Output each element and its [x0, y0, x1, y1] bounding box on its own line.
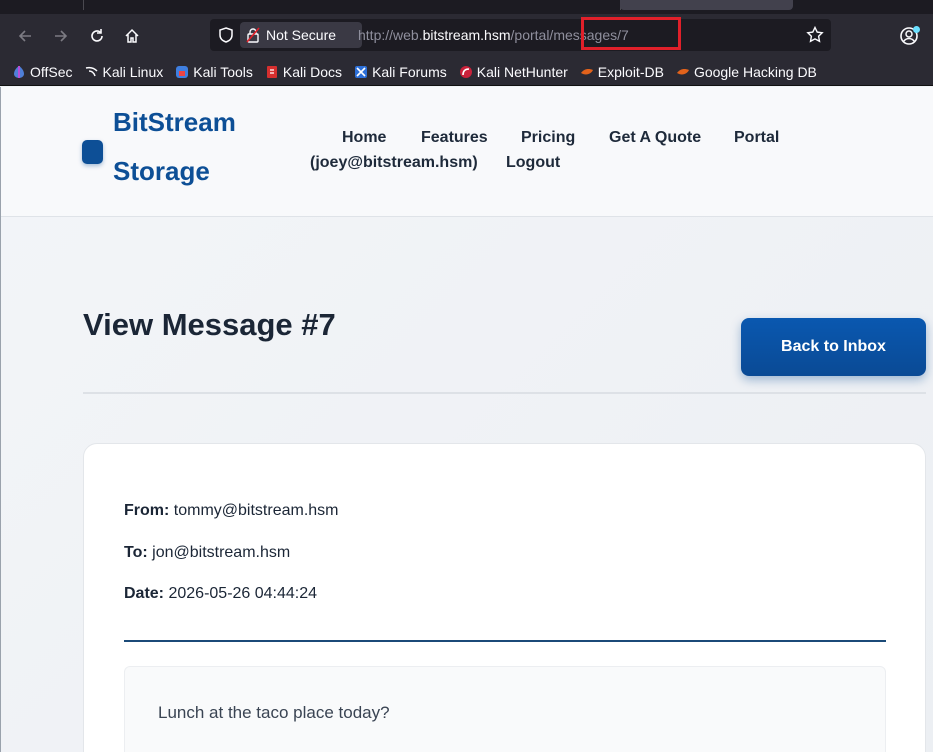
bookmark-kali-linux[interactable]: Kali Linux — [85, 63, 164, 80]
bookmark-label: Google Hacking DB — [693, 63, 817, 80]
message-card: From: tommy@bitstream.hsm To: jon@bitstr… — [83, 443, 926, 752]
from-value: tommy@bitstream.hsm — [173, 502, 339, 519]
bookmark-offsec[interactable]: OffSec — [12, 64, 73, 80]
page-title: View Message #7 — [83, 307, 336, 342]
kali-docs-icon — [266, 65, 277, 78]
ghdb-icon — [676, 68, 689, 74]
bookmark-label: Exploit-DB — [597, 63, 664, 80]
to-label: To: — [124, 544, 148, 561]
message-from-row: From: tommy@bitstream.hsm — [124, 502, 339, 520]
bookmark-kali-forums[interactable]: Kali Forums — [354, 64, 447, 80]
message-header-rule — [124, 640, 886, 642]
message-body: Lunch at the taco place today? — [158, 703, 390, 722]
arrow-left-icon — [18, 30, 31, 42]
nav-user-email[interactable]: (joey@bitstream.hsm) — [310, 154, 478, 172]
lock-warning-icon — [246, 27, 260, 43]
bookmark-label: OffSec — [30, 63, 73, 80]
account-notification-dot — [913, 26, 920, 33]
tab-separator — [83, 0, 84, 10]
nethunter-icon — [459, 65, 472, 78]
forward-nav-button[interactable] — [47, 22, 75, 50]
arrow-right-icon — [55, 30, 68, 42]
kali-dragon-icon — [85, 66, 98, 76]
date-label: Date: — [124, 585, 165, 602]
nav-features[interactable]: Features — [421, 129, 488, 147]
url-host: bitstream.hsm — [422, 27, 511, 43]
page-content: BitStream Storage Home Features Pricing … — [0, 87, 933, 752]
reload-button[interactable] — [83, 22, 111, 50]
address-bar[interactable]: Not Secure http://web.bitstream.hsm/port… — [210, 19, 831, 51]
url-highlight-box — [581, 17, 681, 50]
reload-icon — [91, 29, 103, 42]
logo-icon — [82, 140, 103, 164]
nav-home[interactable]: Home — [342, 129, 386, 147]
bookmark-kali-tools[interactable]: Kali Tools — [175, 64, 253, 80]
nav-logout[interactable]: Logout — [506, 154, 560, 172]
kali-forums-icon — [355, 65, 368, 78]
from-label: From: — [124, 502, 170, 519]
bookmarks-toolbar: OffSec Kali Linux Kali Tools Kali Docs K… — [0, 58, 933, 86]
bookmark-star-icon[interactable] — [805, 25, 825, 45]
logo-text-line-1[interactable]: BitStream — [113, 109, 236, 135]
bookmark-google-hacking-db[interactable]: Google Hacking DB — [676, 64, 817, 80]
bookmark-label: Kali Docs — [282, 63, 343, 80]
date-value: 2026-05-26 04:44:24 — [168, 585, 318, 602]
home-button[interactable] — [118, 22, 146, 50]
back-to-inbox-button[interactable]: Back to Inbox — [741, 318, 926, 376]
shield-icon[interactable] — [216, 25, 236, 45]
site-header: BitStream Storage Home Features Pricing … — [1, 87, 933, 217]
kali-tools-icon — [176, 65, 189, 78]
not-secure-label: Not Secure — [266, 27, 337, 43]
bookmark-label: Kali NetHunter — [476, 63, 568, 80]
logo-text-line-2[interactable]: Storage — [113, 158, 210, 184]
bookmark-label: Kali Linux — [102, 63, 164, 80]
active-browser-tab[interactable] — [620, 0, 793, 10]
browser-toolbar: Not Secure http://web.bitstream.hsm/port… — [0, 14, 933, 58]
url-prefix: http://web. — [358, 27, 423, 43]
bookmark-label: Kali Forums — [372, 63, 447, 80]
back-nav-button[interactable] — [11, 22, 39, 50]
bookmark-exploit-db[interactable]: Exploit-DB — [580, 64, 664, 80]
bookmark-kali-docs[interactable]: Kali Docs — [265, 64, 342, 80]
message-to-row: To: jon@bitstream.hsm — [124, 544, 290, 562]
offsec-icon — [14, 65, 24, 78]
bookmark-label: Kali Tools — [193, 63, 253, 80]
nav-get-a-quote[interactable]: Get A Quote — [609, 129, 701, 147]
exploit-db-icon — [580, 68, 593, 74]
not-secure-indicator[interactable]: Not Secure — [240, 22, 362, 48]
to-value: jon@bitstream.hsm — [152, 544, 291, 561]
bookmark-kali-nethunter[interactable]: Kali NetHunter — [459, 64, 568, 80]
message-body-box: Lunch at the taco place today? — [124, 666, 886, 752]
title-divider — [83, 392, 926, 394]
nav-pricing[interactable]: Pricing — [521, 129, 575, 147]
nav-portal[interactable]: Portal — [734, 129, 779, 147]
home-icon — [125, 28, 139, 43]
message-date-row: Date: 2026-05-26 04:44:24 — [124, 585, 317, 603]
browser-tab-strip — [0, 0, 933, 14]
